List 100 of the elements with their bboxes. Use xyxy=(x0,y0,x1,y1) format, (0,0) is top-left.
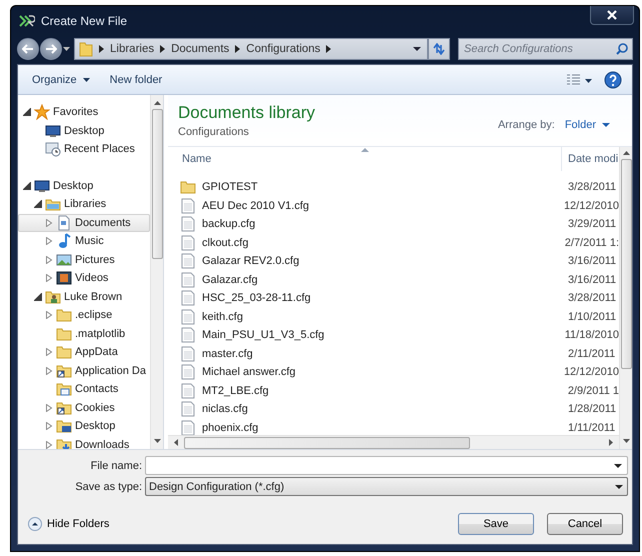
breadcrumb-item[interactable]: Documents xyxy=(171,42,230,54)
refresh-button[interactable] xyxy=(428,38,450,60)
scroll-right-icon[interactable] xyxy=(609,439,613,446)
file-name[interactable]: Michael answer.cfg xyxy=(202,366,296,378)
dropdown-caret-icon[interactable] xyxy=(413,46,421,50)
window-title: Create New File xyxy=(41,14,128,28)
new-folder-button[interactable]: New folder xyxy=(104,70,168,88)
scroll-up-icon[interactable] xyxy=(154,101,160,105)
tree-item[interactable]: Desktop xyxy=(18,417,150,436)
file-name[interactable]: Main_PSU_U1_V3_5.cfg xyxy=(202,329,324,342)
scroll-up-icon[interactable] xyxy=(622,151,630,155)
file-name[interactable]: clkout.cfg xyxy=(202,236,248,249)
tree-item[interactable]: Desktop xyxy=(18,176,150,195)
file-name[interactable]: AEU Dec 2010 V1.cfg xyxy=(202,200,310,212)
date-modified: 1/10/2011 xyxy=(567,310,616,323)
collapsed-arrow-icon[interactable] xyxy=(45,256,53,264)
dropdown-caret-icon[interactable] xyxy=(614,464,622,468)
tree-item[interactable]: Pictures xyxy=(18,250,150,269)
arrange-by-dropdown[interactable]: Folder xyxy=(564,118,610,130)
column-header[interactable]: Date modi xyxy=(562,147,619,171)
collapsed-arrow-icon[interactable] xyxy=(45,366,53,375)
file-name[interactable]: phoenix.cfg xyxy=(202,422,258,434)
tree-item[interactable]: Videos xyxy=(18,269,150,288)
breadcrumb-item[interactable]: Configurations xyxy=(246,42,320,54)
expanded-arrow-icon[interactable] xyxy=(23,108,31,116)
file-name[interactable]: GPIOTEST xyxy=(202,181,258,194)
collapsed-arrow-icon[interactable] xyxy=(45,422,53,430)
field-label: Save as type: xyxy=(74,480,142,492)
back-button[interactable] xyxy=(17,38,39,60)
search-field[interactable]: Search Configurations xyxy=(458,38,633,60)
collapsed-arrow-icon[interactable] xyxy=(45,237,53,246)
organize-menu-button[interactable]: Organize xyxy=(26,70,96,88)
forward-button[interactable] xyxy=(40,38,62,60)
close-button[interactable] xyxy=(590,6,634,25)
cancel-button[interactable]: Cancel xyxy=(547,513,623,535)
file-name-field[interactable] xyxy=(145,456,628,475)
file-name[interactable]: Galazar.cfg xyxy=(202,274,258,286)
monitor-icon xyxy=(45,122,61,139)
chevron-icon[interactable] xyxy=(235,44,240,52)
sort-arrow-icon xyxy=(360,148,369,152)
view-options-button[interactable] xyxy=(564,72,594,88)
tree-item[interactable]: .eclipse xyxy=(18,306,150,324)
file-name[interactable]: Galazar REV2.0.cfg xyxy=(202,255,300,268)
tree-item[interactable]: Recent Places xyxy=(18,140,150,158)
tree-item[interactable]: AppData xyxy=(18,343,150,362)
tree-item[interactable]: Favorites xyxy=(18,103,150,122)
file-name[interactable]: master.cfg xyxy=(202,348,253,360)
collapsed-arrow-icon[interactable] xyxy=(45,404,53,412)
scroll-down-icon[interactable] xyxy=(154,439,160,443)
tree-item[interactable]: Desktop xyxy=(18,122,150,140)
expanded-arrow-icon[interactable] xyxy=(34,292,42,301)
library-title: Documents library xyxy=(178,103,316,123)
tree-item[interactable]: Contacts xyxy=(18,380,150,398)
file-icon xyxy=(180,346,196,362)
file-icon xyxy=(180,198,196,214)
scrollbar[interactable] xyxy=(619,147,632,449)
file-name[interactable]: backup.cfg xyxy=(202,218,256,230)
downloads-folder-icon xyxy=(56,436,72,449)
hide-folders-button[interactable]: Hide Folders xyxy=(28,517,110,531)
file-name[interactable]: niclas.cfg xyxy=(202,403,248,416)
help-button[interactable] xyxy=(602,68,624,90)
collapsed-arrow-icon[interactable] xyxy=(45,348,53,356)
music-note-icon xyxy=(56,233,72,250)
scrollbar[interactable] xyxy=(150,95,163,449)
chevron-icon[interactable] xyxy=(160,44,166,52)
column-header[interactable]: Name xyxy=(168,147,562,171)
tree-item[interactable]: Cookies xyxy=(18,398,150,417)
file-name[interactable]: HSC_25_03-28-11.cfg xyxy=(202,292,311,304)
save-type-dropdown[interactable]: Design Configuration (*.cfg) xyxy=(145,477,628,496)
chevron-icon[interactable] xyxy=(326,44,332,52)
collapsed-arrow-icon[interactable] xyxy=(45,274,53,282)
save-button[interactable]: Save xyxy=(458,513,534,535)
tree-item[interactable]: Libraries xyxy=(18,195,150,214)
scrollbar[interactable] xyxy=(168,435,619,449)
folder-icon xyxy=(56,326,72,342)
address-bar[interactable]: Libraries Documents Configurations xyxy=(74,38,428,60)
date-modified: 1/28/2011 xyxy=(567,403,616,416)
collapsed-arrow-icon[interactable] xyxy=(45,440,53,449)
tree-item[interactable]: Downloads xyxy=(18,436,150,449)
expanded-arrow-icon[interactable] xyxy=(23,182,31,190)
collapsed-arrow-icon[interactable] xyxy=(45,311,53,320)
tree-item[interactable]: Luke Brown xyxy=(18,288,150,306)
file-name[interactable]: MT2_LBE.cfg xyxy=(202,384,269,397)
chevron-icon[interactable] xyxy=(99,44,104,52)
date-modified: 1/11/2011 xyxy=(567,422,616,434)
film-icon xyxy=(56,270,72,286)
help-icon xyxy=(604,70,622,88)
collapsed-arrow-icon[interactable] xyxy=(45,218,53,227)
tree-item[interactable]: Documents xyxy=(18,214,150,232)
expanded-arrow-icon[interactable] xyxy=(34,200,42,208)
scroll-down-icon[interactable] xyxy=(622,439,630,443)
tree-item[interactable]: .matplotlib xyxy=(18,324,150,343)
breadcrumb-item[interactable]: Libraries xyxy=(110,42,154,54)
file-name[interactable]: keith.cfg xyxy=(202,310,243,323)
tree-item[interactable]: Application Da xyxy=(18,362,150,380)
recent-pages-caret-icon[interactable] xyxy=(63,46,70,50)
scroll-left-icon[interactable] xyxy=(174,439,178,446)
tree-item[interactable]: Music xyxy=(18,232,150,250)
caret-icon xyxy=(82,78,90,82)
star-icon xyxy=(34,104,50,120)
